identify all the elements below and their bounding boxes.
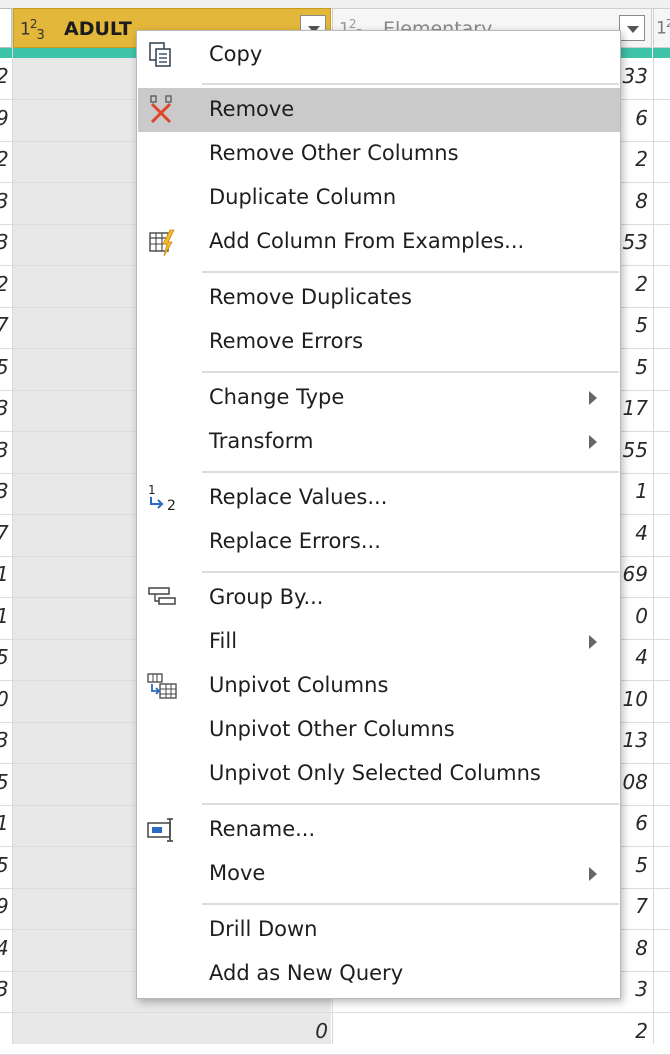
table-cell-left[interactable]: 5 [0,355,9,379]
svg-text:1: 1 [148,483,156,497]
menu-item-drill-down[interactable]: Drill Down [138,908,620,952]
submenu-arrow-icon [589,391,597,405]
menu-item-group-by[interactable]: Group By... [138,576,620,620]
table-cell-left[interactable]: 5 [0,853,9,877]
rename-icon [146,814,178,846]
menu-item-label: Transform [209,429,314,453]
unpivot-icon [146,670,178,702]
column-header-right[interactable]: 12 [653,8,670,48]
submenu-arrow-icon [589,435,597,449]
table-cell-left[interactable]: 5 [0,770,9,794]
menu-item-replace-errors[interactable]: Replace Errors... [138,520,620,564]
menu-item-move[interactable]: Move [138,852,620,896]
menu-item-unpivot-columns[interactable]: Unpivot Columns [138,664,620,708]
table-cell-left[interactable]: 3 [0,189,9,213]
menu-item-label: Copy [209,42,263,66]
table-cell-left[interactable]: 3 [0,977,9,1001]
table-cell-left[interactable]: 3 [0,479,9,503]
menu-item-transform[interactable]: Transform [138,420,620,464]
menu-separator [202,571,619,573]
menu-item-unpivot-other-columns[interactable]: Unpivot Other Columns [138,708,620,752]
column-quality-bar [653,48,670,58]
menu-item-label: Rename... [209,817,316,841]
table-cell-left[interactable]: 3 [0,438,9,462]
column-filter-dropdown-button[interactable] [619,15,645,41]
table-cell-left[interactable]: 4 [0,936,9,960]
menu-separator [202,83,619,85]
menu-item-fill[interactable]: Fill [138,620,620,664]
table-cell-elem[interactable]: 2 [560,1019,648,1043]
menu-item-remove-duplicates[interactable]: Remove Duplicates [138,276,620,320]
menu-item-add-as-new-query[interactable]: Add as New Query [138,952,620,996]
menu-item-label: Add as New Query [209,961,404,985]
submenu-arrow-icon [589,635,597,649]
table-cell-left[interactable]: 2 [0,272,9,296]
menu-item-rename[interactable]: Rename... [138,808,620,852]
menu-item-change-type[interactable]: Change Type [138,376,620,420]
menu-item-label: Group By... [209,585,324,609]
menu-item-label: Remove Duplicates [209,285,412,309]
table-cell-left[interactable]: 7 [0,521,9,545]
menu-item-label: Replace Errors... [209,529,381,553]
table-cell-left[interactable]: 2 [0,64,9,88]
group-by-icon [146,582,178,614]
menu-item-label: Unpivot Columns [209,673,389,697]
menu-item-unpivot-only-selected-columns[interactable]: Unpivot Only Selected Columns [138,752,620,796]
column-header-left[interactable] [0,8,12,48]
menu-item-label: Fill [209,629,238,653]
copy-icon [146,39,178,71]
menu-item-label: Drill Down [209,917,318,941]
menu-item-label: Duplicate Column [209,185,397,209]
whole-number-type-icon[interactable]: 12 [656,17,670,39]
menu-separator [202,803,619,805]
menu-item-remove-other-columns[interactable]: Remove Other Columns [138,132,620,176]
table-cell-left[interactable]: 3 [0,728,9,752]
table-cell-left[interactable]: 7 [0,313,9,337]
menu-item-duplicate-column[interactable]: Duplicate Column [138,176,620,220]
submenu-arrow-icon [589,867,597,881]
menu-separator [202,371,619,373]
table-cell-left[interactable]: 3 [0,396,9,420]
table-cell-left[interactable]: 1 [0,604,9,628]
column-context-menu: Copy Remove Remove Other Columns Duplica… [136,30,621,999]
table-cell-left[interactable]: 5 [0,645,9,669]
remove-column-icon [146,94,178,126]
menu-item-copy[interactable]: Copy [138,33,620,77]
table-cell-left[interactable]: 1 [0,811,9,835]
menu-item-label: Unpivot Only Selected Columns [209,761,541,785]
menu-item-label: Unpivot Other Columns [209,717,455,741]
menu-item-remove-errors[interactable]: Remove Errors [138,320,620,364]
table-cell-adult[interactable]: 0 [290,1019,328,1043]
column-from-examples-icon [146,226,178,258]
whole-number-type-icon[interactable]: 123 [20,17,45,43]
svg-text:2: 2 [167,498,176,514]
column-quality-bar [0,48,12,58]
menu-separator [202,903,619,905]
table-cell-left[interactable]: 1 [0,562,9,586]
table-cell-left[interactable]: 9 [0,894,9,918]
menu-item-label: Remove [209,97,295,121]
menu-item-add-column-from-examples[interactable]: Add Column From Examples... [138,220,620,264]
menu-item-label: Move [209,861,266,885]
menu-item-label: Add Column From Examples... [209,229,525,253]
menu-item-label: Remove Errors [209,329,364,353]
table-cell-left[interactable]: 9 [0,106,9,130]
column-header-title: ADULT [64,18,132,40]
table-cell-left[interactable]: 0 [0,687,9,711]
table-row: 02 [0,1013,670,1055]
menu-item-label: Change Type [209,385,345,409]
menu-item-label: Replace Values... [209,485,388,509]
menu-item-label: Remove Other Columns [209,141,459,165]
table-cell-left[interactable]: 3 [0,230,9,254]
table-cell-left[interactable]: 2 [0,147,9,171]
menu-separator [202,471,619,473]
menu-item-remove[interactable]: Remove [138,88,620,132]
menu-item-replace-values[interactable]: 12 Replace Values... [138,476,620,520]
replace-values-icon: 12 [146,482,178,514]
menu-separator [202,271,619,273]
